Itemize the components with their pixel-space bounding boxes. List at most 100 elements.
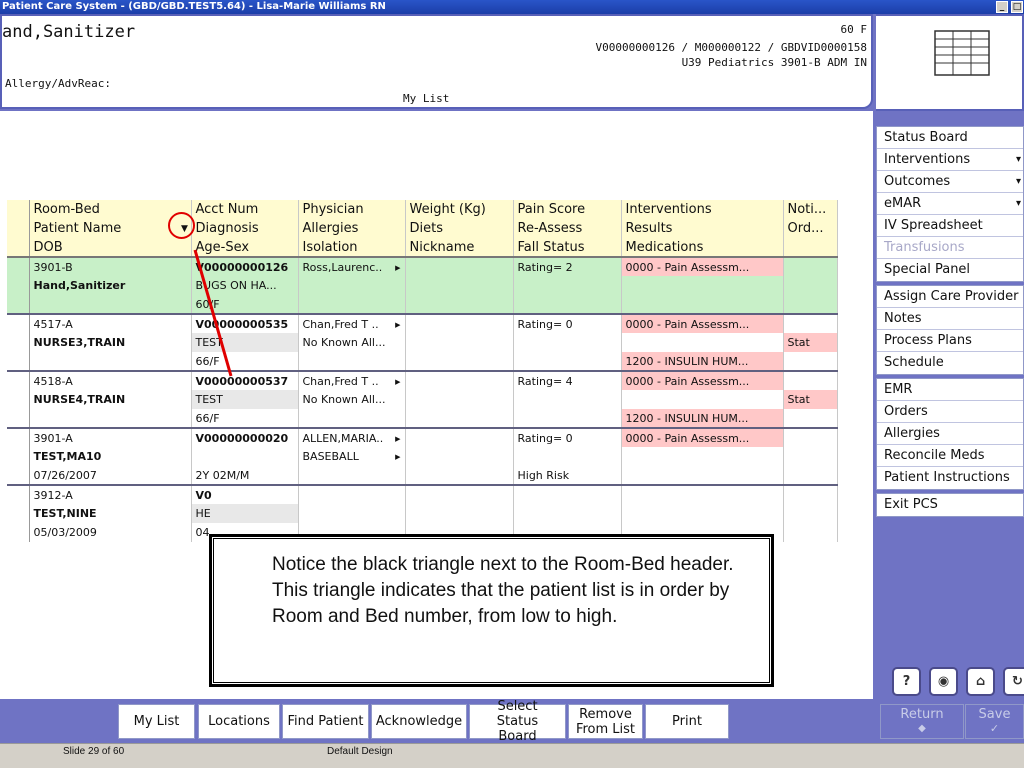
table-cell-notifications[interactable]: [783, 409, 838, 428]
table-cell-interventions[interactable]: 1200 - INSULIN HUM...: [621, 409, 784, 428]
chevron-down-icon[interactable]: ▾: [1016, 171, 1021, 192]
nav-item-interventions[interactable]: Interventions ▾: [877, 149, 1023, 171]
table-cell-acct-num[interactable]: HE: [191, 504, 299, 523]
expand-arrow-icon[interactable]: ▶: [395, 264, 400, 272]
table-cell-physician[interactable]: Chan,Fred T .. ▶: [298, 370, 406, 390]
table-cell-physician[interactable]: ALLEN,MARIA.. ▶: [298, 427, 406, 447]
column-header-physician[interactable]: Allergies: [298, 219, 406, 238]
table-cell-notifications[interactable]: [783, 313, 838, 333]
table-cell-physician[interactable]: [298, 276, 406, 295]
table-cell-room-bed[interactable]: TEST,MA10: [29, 447, 192, 466]
table-cell-weight[interactable]: [405, 504, 514, 523]
nav-item-patient-instructions[interactable]: Patient Instructions: [877, 467, 1023, 489]
table-cell-pain-score[interactable]: Rating= 0: [513, 427, 622, 447]
table-cell-acct-num[interactable]: BUGS ON HA...: [191, 276, 299, 295]
table-cell-pain-score[interactable]: [513, 295, 622, 314]
table-row[interactable]: TEST,MA10 BASEBALL ▶: [7, 447, 838, 466]
table-cell-acct-num[interactable]: 66/F: [191, 409, 299, 428]
table-cell-physician[interactable]: Ross,Laurenc.. ▶: [298, 256, 406, 276]
table-cell-pain-score[interactable]: [513, 484, 622, 504]
column-header-pain-score[interactable]: Re-Assess: [513, 219, 622, 238]
table-cell-notifications[interactable]: [783, 484, 838, 504]
table-cell-room-bed[interactable]: [29, 352, 192, 371]
table-row[interactable]: 3901-A V00000000020 ALLEN,MARIA.. ▶ Rating= …: [7, 427, 838, 447]
remove-from-list-button[interactable]: Remove From List: [568, 704, 643, 739]
table-cell-pain-score[interactable]: [513, 390, 622, 409]
table-cell-acct-num[interactable]: V00000000126: [191, 256, 299, 276]
minimize-icon[interactable]: _: [996, 1, 1008, 13]
table-cell-pain-score[interactable]: [513, 276, 622, 295]
table-cell-room-bed[interactable]: NURSE4,TRAIN: [29, 390, 192, 409]
nav-item-allergies[interactable]: Allergies: [877, 423, 1023, 445]
maximize-icon[interactable]: □: [1011, 1, 1023, 13]
table-cell-physician[interactable]: Chan,Fred T .. ▶: [298, 313, 406, 333]
table-cell-notifications[interactable]: [783, 295, 838, 314]
table-cell-interventions[interactable]: 0000 - Pain Assessm...: [621, 256, 784, 276]
table-cell-physician[interactable]: [298, 295, 406, 314]
table-cell-notifications[interactable]: [783, 352, 838, 371]
column-header-notifications[interactable]: Ord...: [783, 219, 838, 238]
column-header-pain-score[interactable]: Pain Score: [513, 200, 622, 219]
table-cell-room-bed[interactable]: Hand,Sanitizer: [29, 276, 192, 295]
table-cell-notifications[interactable]: [783, 427, 838, 447]
table-cell-room-bed[interactable]: [29, 409, 192, 428]
table-cell-acct-num[interactable]: 60/F: [191, 295, 299, 314]
expand-arrow-icon[interactable]: ▶: [395, 453, 400, 461]
table-cell-pain-score[interactable]: [513, 333, 622, 352]
table-cell-pain-score[interactable]: Rating= 0: [513, 313, 622, 333]
table-row[interactable]: NURSE3,TRAIN TEST No Known All... Stat: [7, 333, 838, 352]
table-cell-interventions[interactable]: [621, 466, 784, 485]
table-cell-pain-score[interactable]: High Risk: [513, 466, 622, 485]
table-cell-room-bed[interactable]: 4518-A: [29, 370, 192, 390]
column-header-acct-num[interactable]: Acct Num: [191, 200, 299, 219]
table-cell-weight[interactable]: [405, 295, 514, 314]
table-cell-pain-score[interactable]: Rating= 2: [513, 256, 622, 276]
table-cell-notifications[interactable]: [783, 523, 838, 542]
find-patient-button[interactable]: Find Patient: [282, 704, 369, 739]
acknowledge-button[interactable]: Acknowledge: [371, 704, 467, 739]
table-cell-weight[interactable]: [405, 370, 514, 390]
nav-item-status-board[interactable]: Status Board: [877, 127, 1023, 149]
table-cell-acct-num[interactable]: V00000000020: [191, 427, 299, 447]
table-cell-room-bed[interactable]: 05/03/2009: [29, 523, 192, 542]
expand-arrow-icon[interactable]: ▶: [395, 435, 400, 443]
table-row[interactable]: 3912-A V0: [7, 484, 838, 504]
table-cell-pain-score[interactable]: [513, 409, 622, 428]
table-row[interactable]: 66/F 1200 - INSULIN HUM...: [7, 352, 838, 371]
table-cell-weight[interactable]: [405, 352, 514, 371]
expand-arrow-icon[interactable]: ▶: [395, 378, 400, 386]
table-cell-pain-score[interactable]: [513, 504, 622, 523]
spreadsheet-icon[interactable]: [934, 30, 990, 76]
table-cell-weight[interactable]: [405, 276, 514, 295]
table-row[interactable]: NURSE4,TRAIN TEST No Known All... Stat: [7, 390, 838, 409]
table-row[interactable]: Hand,Sanitizer BUGS ON HA...: [7, 276, 838, 295]
table-cell-physician[interactable]: [298, 504, 406, 523]
column-header-physician[interactable]: Isolation: [298, 238, 406, 258]
nav-item-emr[interactable]: EMR: [877, 379, 1023, 401]
column-header-weight[interactable]: Nickname: [405, 238, 514, 258]
column-header-room-bed[interactable]: Patient Name: [29, 219, 192, 238]
nav-item-schedule[interactable]: Schedule: [877, 352, 1023, 374]
table-cell-weight[interactable]: [405, 409, 514, 428]
lock-icon[interactable]: ⌂: [966, 667, 995, 696]
table-cell-interventions[interactable]: 0000 - Pain Assessm...: [621, 313, 784, 333]
column-header-weight[interactable]: Diets: [405, 219, 514, 238]
table-cell-interventions[interactable]: [621, 276, 784, 295]
table-cell-pain-score[interactable]: [513, 447, 622, 466]
column-header-interventions[interactable]: Medications: [621, 238, 784, 258]
table-cell-acct-num[interactable]: V00000000537: [191, 370, 299, 390]
column-header-physician[interactable]: Physician: [298, 200, 406, 219]
column-header-room-bed[interactable]: DOB: [29, 238, 192, 258]
table-cell-weight[interactable]: [405, 427, 514, 447]
table-cell-interventions[interactable]: [621, 390, 784, 409]
table-cell-interventions[interactable]: [621, 295, 784, 314]
table-cell-room-bed[interactable]: 3901-A: [29, 427, 192, 447]
table-cell-physician[interactable]: BASEBALL ▶: [298, 447, 406, 466]
table-cell-weight[interactable]: [405, 333, 514, 352]
table-cell-acct-num[interactable]: 2Y 02M/M: [191, 466, 299, 485]
table-cell-room-bed[interactable]: 4517-A: [29, 313, 192, 333]
table-cell-room-bed[interactable]: TEST,NINE: [29, 504, 192, 523]
table-row[interactable]: 4518-A V00000000537 Chan,Fred T .. ▶ Rating=…: [7, 370, 838, 390]
column-header-pain-score[interactable]: Fall Status: [513, 238, 622, 258]
help-icon[interactable]: ?: [892, 667, 921, 696]
